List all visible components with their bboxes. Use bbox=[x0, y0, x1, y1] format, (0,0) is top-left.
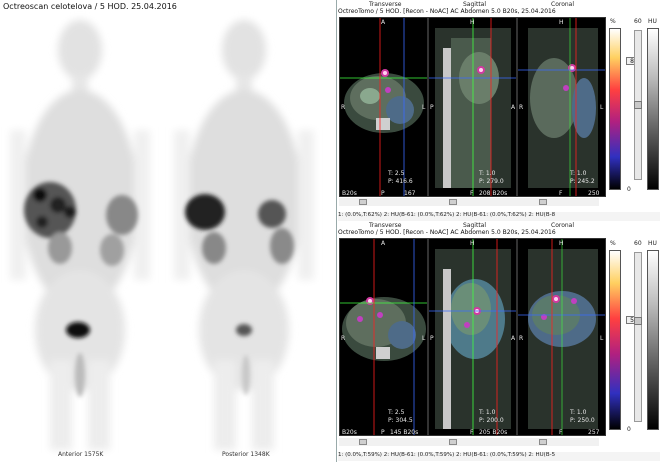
frame-button[interactable] bbox=[359, 199, 367, 205]
upper-hu-unit: HU bbox=[648, 18, 657, 25]
readout-p: P: 416.6 bbox=[388, 178, 413, 185]
readout-slice: 167 bbox=[404, 190, 416, 197]
orient-left: R bbox=[341, 104, 346, 111]
readout-slice: 250 bbox=[588, 190, 600, 197]
orient-top: H bbox=[470, 240, 475, 247]
readout-slice: 145 B20s bbox=[390, 429, 419, 436]
lower-coronal-view[interactable]: H R L F T: 1.0 P: 250.0 257 bbox=[517, 238, 606, 436]
upper-nm-colorbar bbox=[609, 28, 621, 190]
upper-title-sagittal: Sagittal bbox=[463, 1, 487, 8]
orient-left: P bbox=[430, 104, 434, 111]
anterior-label: Anterior 1575K bbox=[58, 451, 104, 458]
readout-kernel: B20s bbox=[342, 429, 357, 436]
readout-slice: 257 bbox=[588, 429, 600, 436]
lower-slider-thumb[interactable] bbox=[634, 317, 642, 325]
lower-transverse-image bbox=[340, 239, 427, 435]
readout-t: T: 2.5 bbox=[388, 409, 405, 416]
orient-bottom: F bbox=[559, 429, 563, 436]
lower-hu-max: 60 bbox=[634, 240, 642, 247]
lower-sagittal-image bbox=[429, 239, 516, 435]
orient-bottom: P bbox=[381, 190, 385, 197]
lower-title-coronal: Coronal bbox=[551, 222, 575, 229]
upper-slider-thumb[interactable] bbox=[634, 101, 642, 109]
upper-ct-colorbar bbox=[647, 28, 659, 190]
upper-frame-strip bbox=[339, 198, 599, 206]
orient-left: R bbox=[519, 104, 524, 111]
readout-p: P: 279.0 bbox=[479, 178, 504, 185]
upper-window-slider[interactable] bbox=[634, 30, 642, 180]
upper-title-transverse: Transverse bbox=[369, 1, 402, 8]
upper-coronal-image bbox=[518, 18, 605, 196]
lower-coronal-image bbox=[518, 239, 605, 435]
orient-right: L bbox=[422, 104, 426, 111]
orient-left: R bbox=[341, 335, 346, 342]
orient-right: L bbox=[422, 335, 426, 342]
orient-bottom: F bbox=[470, 429, 474, 436]
readout-slice: 205 B20s bbox=[479, 429, 508, 436]
lower-colorbar-min: 0 bbox=[627, 426, 631, 433]
lower-title-transverse: Transverse bbox=[369, 222, 402, 229]
frame-button[interactable] bbox=[359, 439, 367, 445]
frame-button[interactable] bbox=[449, 199, 457, 205]
orient-top: H bbox=[559, 240, 564, 247]
lower-status-bar: 1: (0.0%,T:59%) 2: HU(B-61: (0.0%,T:59%)… bbox=[338, 452, 660, 461]
lower-title-sagittal: Sagittal bbox=[463, 222, 487, 229]
lower-frame-strip bbox=[339, 438, 599, 446]
readout-t: T: 1.0 bbox=[479, 409, 496, 416]
upper-colorbar-unit-pct: % bbox=[610, 18, 616, 25]
fusion-viewer[interactable]: Transverse Sagittal Coronal OctreoTomo /… bbox=[336, 0, 660, 462]
orient-bottom: P bbox=[381, 429, 385, 436]
lower-ct-colorbar bbox=[647, 250, 659, 430]
orient-top: A bbox=[381, 19, 386, 26]
upper-transverse-view[interactable]: A R L P T: 2.5 P: 416.6 B20s 167 bbox=[339, 17, 428, 197]
whole-body-planar-panel[interactable]: Octreoscan celotelova / 5 HOD. 25.04.201… bbox=[0, 0, 336, 462]
upper-title-coronal: Coronal bbox=[551, 1, 575, 8]
readout-p: P: 304.5 bbox=[388, 417, 413, 424]
lower-colorbar-unit-pct: % bbox=[610, 240, 616, 247]
lower-window-slider[interactable] bbox=[634, 252, 642, 422]
readout-t: T: 1.0 bbox=[479, 170, 496, 177]
readout-kernel: B20s bbox=[342, 190, 357, 197]
lower-transverse-view[interactable]: A R L P T: 2.5 P: 304.5 B20s 145 B20s bbox=[339, 238, 428, 436]
upper-hu-max: 60 bbox=[634, 18, 642, 25]
readout-t: T: 2.5 bbox=[388, 170, 405, 177]
upper-transverse-image bbox=[340, 18, 427, 196]
readout-slice: 208 B20s bbox=[479, 190, 508, 197]
frame-button[interactable] bbox=[449, 439, 457, 445]
orient-top: A bbox=[381, 240, 386, 247]
lower-hu-unit: HU bbox=[648, 240, 657, 247]
posterior-label: Posterior 1348K bbox=[222, 451, 270, 458]
orient-left: R bbox=[519, 335, 524, 342]
orient-top: H bbox=[470, 19, 475, 26]
orient-right: L bbox=[600, 104, 604, 111]
frame-button[interactable] bbox=[539, 439, 547, 445]
orient-bottom: F bbox=[470, 190, 474, 197]
upper-colorbar-min: 0 bbox=[627, 186, 631, 193]
orient-right: A bbox=[511, 104, 516, 111]
upper-coronal-view[interactable]: H R L F T: 1.0 P: 245.2 250 bbox=[517, 17, 606, 197]
frame-button[interactable] bbox=[539, 199, 547, 205]
lower-nm-colorbar bbox=[609, 250, 621, 430]
readout-p: P: 200.0 bbox=[479, 417, 504, 424]
orient-top: H bbox=[559, 19, 564, 26]
readout-t: T: 1.0 bbox=[570, 409, 587, 416]
orient-right: A bbox=[511, 335, 516, 342]
upper-sagittal-view[interactable]: H P A F T: 1.0 P: 279.0 208 B20s bbox=[428, 17, 517, 197]
readout-t: T: 1.0 bbox=[570, 170, 587, 177]
upper-status-bar: 1: (0.0%,T:62%) 2: HU(B-61: (0.0%,T:62%)… bbox=[338, 212, 660, 221]
orient-right: L bbox=[600, 335, 604, 342]
planar-images bbox=[10, 20, 314, 450]
readout-p: P: 250.0 bbox=[570, 417, 595, 424]
orient-bottom: F bbox=[559, 190, 563, 197]
upper-sagittal-image bbox=[429, 18, 516, 196]
orient-left: P bbox=[430, 335, 434, 342]
readout-p: P: 245.2 bbox=[570, 178, 595, 185]
lower-sagittal-view[interactable]: H P A F T: 1.0 P: 200.0 205 B20s bbox=[428, 238, 517, 436]
